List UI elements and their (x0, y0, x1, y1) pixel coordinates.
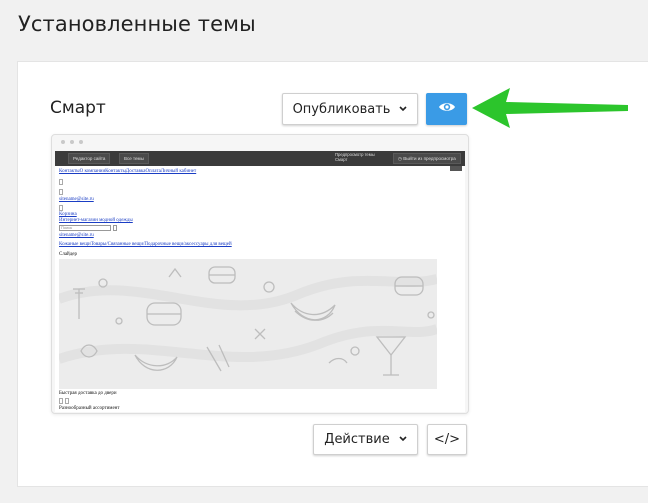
action-button[interactable]: Действие (313, 424, 418, 455)
footer-delivery: Быстрая доставка до двери (59, 391, 117, 396)
code-editor-button[interactable]: </> (427, 424, 467, 455)
chevron-down-icon (399, 435, 407, 444)
preview-screen: Редактор сайта Все темы Предпросмотр тем… (55, 151, 465, 412)
shop-name-link: Интернет-магазин модной одежды (59, 218, 133, 223)
publish-button-label: Опубликовать (292, 101, 391, 117)
exit-preview-button: ◷ Выйти из предпросмотра (393, 153, 461, 164)
code-icon: </> (433, 432, 461, 447)
preview-button[interactable] (426, 93, 467, 125)
action-button-label: Действие (324, 432, 390, 447)
green-arrow-annotation (472, 88, 628, 128)
footer-assortment: Разнообразный ассортимент (59, 406, 120, 411)
chevron-down-icon (399, 105, 408, 114)
page-title: Установленные темы (18, 12, 256, 36)
slider-image (59, 259, 437, 389)
cart-icon-placeholder (59, 205, 63, 211)
email-link-2: sitename@site.ru (59, 233, 94, 238)
window-dots (61, 140, 83, 144)
preview-topbar: Редактор сайта Все темы Предпросмотр тем… (55, 151, 465, 166)
eye-icon (438, 101, 456, 117)
logo-placeholder-2 (59, 189, 63, 195)
logo-placeholder-1 (59, 179, 63, 185)
site-editor-button: Редактор сайта (68, 153, 111, 164)
slider-label: Слайдер (59, 252, 77, 257)
close-strip (450, 166, 462, 171)
theme-card: Смарт Опубликовать Редактор сайта Все те… (17, 61, 648, 487)
preview-theme-label: Предпросмотр темы Смарт (335, 152, 375, 162)
search-input: Поиск (59, 225, 111, 231)
publish-button[interactable]: Опубликовать (282, 93, 418, 125)
all-themes-button: Все темы (119, 153, 149, 164)
feature-icon-2 (65, 398, 69, 404)
theme-name: Смарт (50, 98, 106, 118)
nav-links: КонтактыО компанииКонтактыДоставкаОплата… (59, 169, 197, 174)
search-button (113, 225, 117, 231)
categories-links: Кожаные вещиТовары/Связанные вещи/Подаро… (59, 242, 232, 247)
feature-icon-1 (59, 398, 63, 404)
theme-preview-window[interactable]: Редактор сайта Все темы Предпросмотр тем… (51, 134, 469, 414)
email-link-1: sitename@site.ru (59, 197, 94, 202)
